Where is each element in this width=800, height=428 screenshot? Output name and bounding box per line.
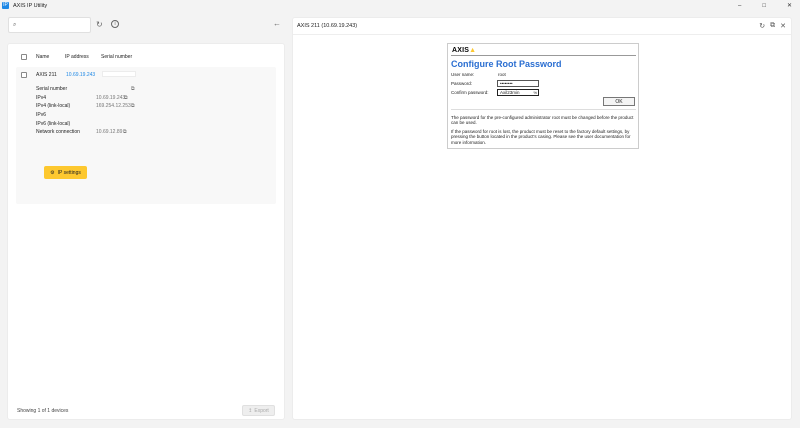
minimize-icon[interactable]: – [738, 3, 741, 9]
app-logo-icon: IP [2, 2, 9, 9]
password-notice-text: The password for the pre-configured admi… [451, 115, 634, 126]
device-web-header: AXIS 211 (10.69.19.243) ↻ ⧉ ✕ [293, 18, 791, 35]
device-web-actions: ↻ ⧉ ✕ [759, 22, 786, 30]
device-ip-link[interactable]: 10.69.19.243 [66, 72, 95, 78]
header-name[interactable]: Name [36, 54, 49, 60]
select-all-checkbox[interactable] [21, 54, 27, 60]
refresh-icon[interactable]: ↻ [96, 20, 103, 29]
detail-label-serial: Serial number [36, 86, 68, 92]
search-input[interactable]: ⌕ [8, 17, 91, 33]
open-external-icon[interactable]: ⧉ [770, 22, 775, 30]
device-web-title: AXIS 211 (10.69.19.243) [297, 23, 358, 29]
export-label: Export [254, 407, 269, 414]
ok-button[interactable]: OK [603, 97, 635, 106]
detail-value-ipv4-link-local: 169.254.12.253 [96, 103, 131, 109]
ip-settings-label: IP settings [57, 169, 81, 176]
divider [451, 55, 636, 56]
detail-value-ipv4: 10.69.19.243 [96, 95, 126, 101]
reload-icon[interactable]: ↻ [759, 22, 765, 30]
detail-value-network-connection: 10.69.12.89 [96, 129, 123, 135]
app-title: AXIS IP Utility [13, 2, 48, 9]
device-web-panel: AXIS 211 (10.69.19.243) ↻ ⧉ ✕ AXIS▲ Conf… [292, 17, 792, 420]
close-window-icon[interactable]: ✕ [787, 2, 792, 9]
password-reset-text: If the password for root is lost, the pr… [451, 129, 631, 145]
device-item: AXIS 211 10.69.19.243 Serial number ⧉ IP… [16, 67, 276, 204]
device-checkbox[interactable] [21, 72, 27, 78]
copy-icon[interactable]: ⧉ [131, 86, 135, 92]
serial-number-value [102, 71, 136, 77]
title-bar: IP AXIS IP Utility – □ ✕ [0, 0, 800, 11]
show-password-icon[interactable]: % [533, 90, 537, 95]
password-field[interactable]: •••••••• [497, 80, 539, 87]
password-label: Password: [451, 81, 473, 86]
device-count-text: Showing 1 of 1 devices [17, 408, 69, 414]
device-list-panel: Name IP address Serial number AXIS 211 1… [7, 43, 285, 420]
copy-icon[interactable]: ⧉ [124, 95, 128, 101]
detail-label-network-connection: Network connection [36, 129, 80, 135]
confirm-password-value: Axil23min [500, 90, 520, 95]
user-name-label: User name: [451, 72, 475, 77]
user-name-value: root [498, 72, 506, 77]
table-header: Name IP address Serial number [8, 48, 284, 66]
detail-label-ipv4: IPv4 [36, 95, 47, 101]
gear-icon: ⚙ [50, 169, 55, 176]
export-button[interactable]: ↥ Export [242, 405, 275, 416]
header-ip-address[interactable]: IP address [65, 54, 89, 60]
axis-logo-text: AXIS [452, 47, 470, 54]
configure-root-password-page: AXIS▲ Configure Root Password User name:… [447, 43, 639, 149]
detail-label-ipv6: IPv6 [36, 112, 47, 118]
detail-label-ipv4-link-local: IPv4 (link-local) [36, 103, 71, 109]
confirm-password-label: Confirm password: [451, 90, 489, 95]
export-icon: ↥ [248, 407, 253, 414]
info-icon[interactable]: i [111, 20, 119, 28]
axis-triangle-icon: ▲ [469, 47, 477, 54]
maximize-icon[interactable]: □ [762, 3, 766, 9]
ip-settings-button[interactable]: ⚙ IP settings [44, 166, 87, 179]
password-value: •••••••• [500, 81, 513, 86]
table-row[interactable]: AXIS 211 10.69.19.243 [16, 67, 276, 81]
divider [451, 109, 636, 110]
detail-label-ipv6-link-local: IPv6 (link-local) [36, 121, 71, 127]
page-title: Configure Root Password [451, 59, 562, 69]
window-controls: – □ ✕ [738, 0, 792, 11]
search-icon: ⌕ [13, 21, 17, 28]
back-arrow-icon[interactable]: ← [273, 19, 281, 28]
header-serial-number[interactable]: Serial number [101, 54, 132, 60]
copy-icon[interactable]: ⧉ [123, 129, 127, 135]
device-name: AXIS 211 [36, 72, 57, 78]
copy-icon[interactable]: ⧉ [131, 103, 135, 109]
axis-logo: AXIS▲ [452, 47, 476, 54]
close-panel-icon[interactable]: ✕ [780, 22, 786, 30]
confirm-password-field[interactable]: Axil23min % [497, 89, 539, 96]
